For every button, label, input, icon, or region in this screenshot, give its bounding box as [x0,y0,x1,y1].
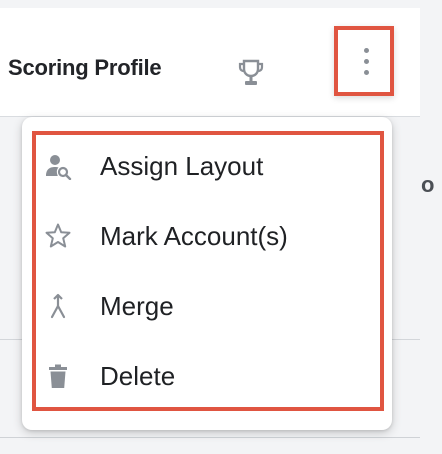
trophy-icon[interactable] [237,58,265,88]
menu-item-merge[interactable]: Merge [36,276,380,336]
menu-item-label: Delete [100,361,176,391]
trash-icon [49,364,67,388]
menu-item-label: Mark Account(s) [100,221,288,251]
row-divider-right [390,339,420,340]
menu-item-label: Assign Layout [100,151,264,181]
page-title: Scoring Profile [8,55,162,80]
menu-item-assign-layout[interactable]: Assign Layout [36,136,380,196]
background-text: o [421,172,435,197]
menu-item-label: Merge [100,291,174,321]
menu-item-delete[interactable]: Delete [36,346,380,406]
user-search-icon [46,155,72,180]
menu-item-mark-accounts[interactable]: Mark Account(s) [36,206,380,266]
merge-icon [50,293,66,319]
bottom-divider [0,437,420,438]
more-options-button[interactable] [334,26,394,96]
star-outline-icon [45,223,71,248]
